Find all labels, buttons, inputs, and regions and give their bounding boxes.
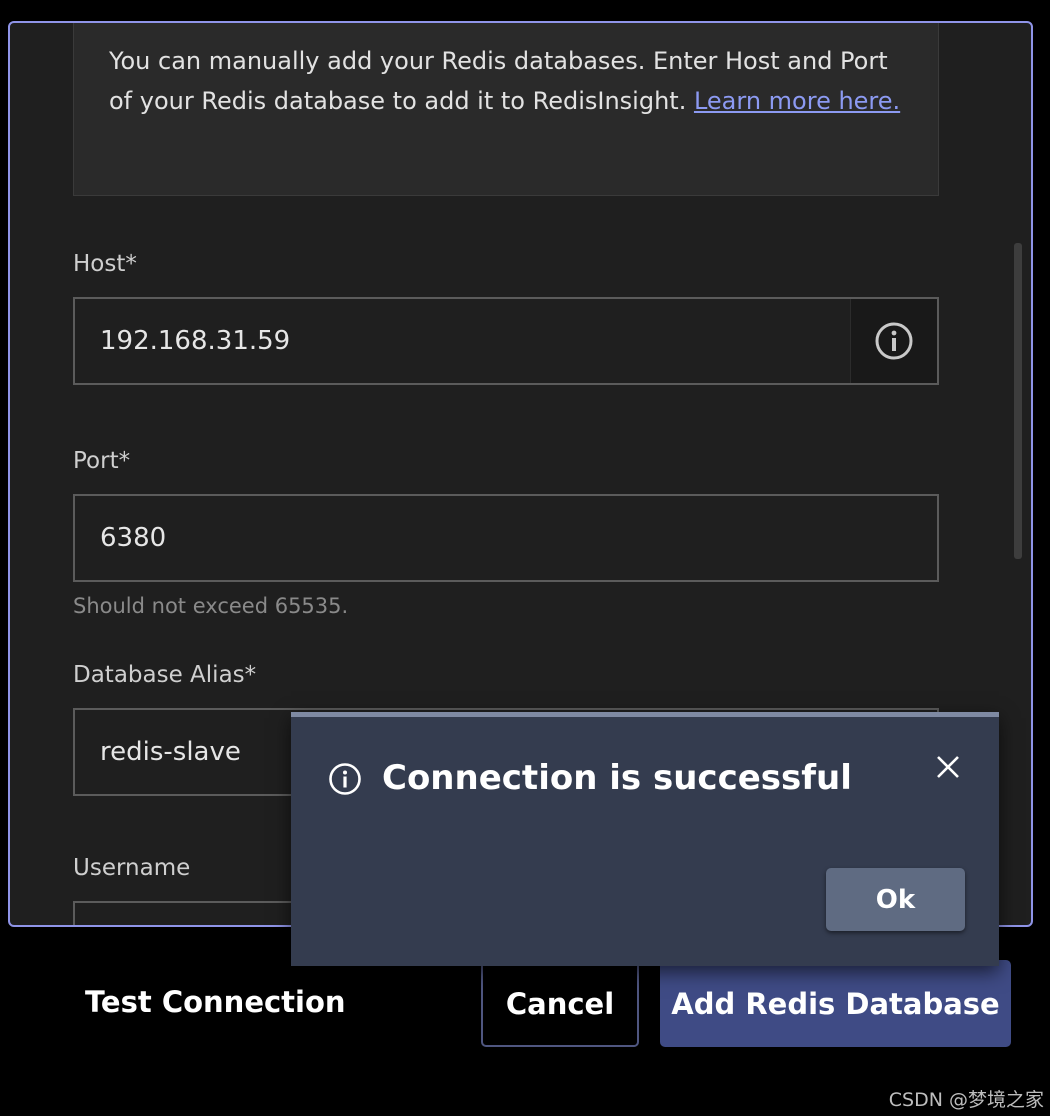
modal-title: Connection is successful: [382, 758, 852, 798]
scrollbar[interactable]: [1014, 243, 1022, 559]
info-icon: [329, 763, 361, 795]
modal-top-bar: [291, 712, 999, 717]
ok-button[interactable]: Ok: [826, 868, 965, 931]
host-label: Host*: [73, 251, 137, 277]
add-redis-database-button[interactable]: Add Redis Database: [660, 960, 1011, 1047]
page: You can manually add your Redis database…: [0, 0, 1050, 1116]
test-connection-button[interactable]: Test Connection: [85, 985, 346, 1019]
cancel-button[interactable]: Cancel: [481, 960, 639, 1047]
info-box: You can manually add your Redis database…: [73, 23, 939, 196]
host-value: 192.168.31.59: [100, 326, 291, 356]
watermark: CSDN @梦境之家: [888, 1089, 1044, 1111]
info-icon: [875, 322, 913, 360]
port-input[interactable]: 6380: [73, 494, 939, 582]
host-input[interactable]: 192.168.31.59: [73, 297, 939, 385]
connection-success-modal: Connection is successful Ok: [291, 712, 999, 966]
port-value: 6380: [100, 523, 167, 553]
close-icon[interactable]: [933, 752, 963, 782]
host-info-button[interactable]: [850, 299, 937, 383]
username-label: Username: [73, 855, 191, 881]
port-hint: Should not exceed 65535.: [73, 594, 349, 618]
alias-label: Database Alias*: [73, 662, 257, 688]
learn-more-link[interactable]: Learn more here.: [694, 87, 900, 115]
port-label: Port*: [73, 448, 131, 474]
